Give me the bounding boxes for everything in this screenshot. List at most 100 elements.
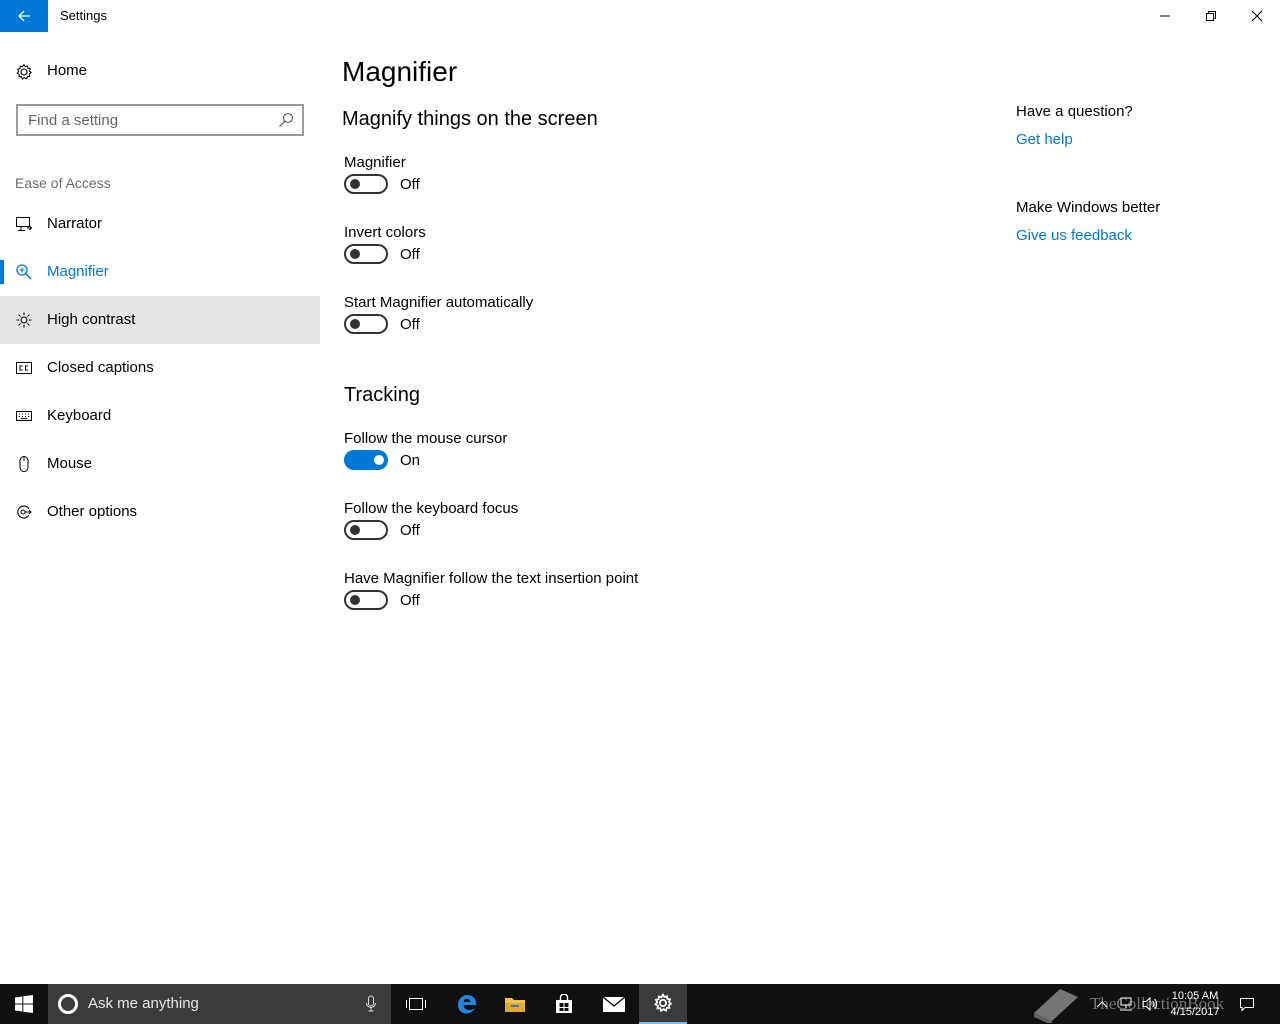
- sidebar-item-label: Keyboard: [47, 407, 112, 424]
- edge-icon: [458, 995, 476, 1014]
- clock-time: 10:05 AM: [1171, 990, 1219, 1002]
- follow-keyboard-toggle[interactable]: [344, 520, 388, 540]
- minimize-button[interactable]: [1142, 0, 1188, 32]
- setting-label: Start Magnifier automatically: [344, 294, 534, 311]
- edge-button[interactable]: [443, 984, 491, 1024]
- magnifier-toggle[interactable]: [344, 174, 388, 194]
- minimize-icon: [1160, 15, 1170, 17]
- follow-mouse-toggle[interactable]: [344, 450, 388, 470]
- window-title: Settings: [60, 8, 107, 23]
- network-button[interactable]: [1116, 984, 1136, 1024]
- feedback-heading: Make Windows better: [1016, 199, 1161, 216]
- microphone-icon[interactable]: [365, 995, 377, 1013]
- group-title-magnify: Magnify things on the screen: [342, 108, 598, 130]
- search-input[interactable]: [18, 106, 268, 134]
- chevron-up-icon: [1096, 1001, 1108, 1008]
- close-button[interactable]: [1234, 0, 1280, 32]
- home-label: Home: [47, 62, 88, 79]
- toggle-knob: [350, 179, 360, 189]
- get-help-link[interactable]: Get help: [1016, 131, 1073, 148]
- sidebar-nav: Narrator Magnifier High contrast Closed …: [0, 200, 320, 536]
- settings-taskbar-button[interactable]: [639, 984, 687, 1024]
- settings-search[interactable]: [16, 104, 304, 136]
- setting-invert-colors: Invert colors Off: [344, 224, 764, 284]
- sidebar: Home Ease of Access Narrator Magnifier: [0, 32, 320, 984]
- close-icon: [1251, 10, 1263, 22]
- toggle-state: Off: [400, 176, 420, 193]
- network-icon: [1120, 997, 1132, 1011]
- invert-colors-toggle[interactable]: [344, 244, 388, 264]
- page-title: Magnifier: [342, 56, 458, 87]
- file-explorer-button[interactable]: [491, 984, 539, 1024]
- toggle-state: Off: [400, 316, 420, 333]
- sidebar-item-label: Other options: [47, 503, 138, 520]
- action-center-button[interactable]: [1236, 984, 1258, 1024]
- back-arrow-icon: [18, 10, 30, 22]
- sidebar-item-narrator[interactable]: Narrator: [0, 200, 320, 248]
- store-button[interactable]: [540, 984, 588, 1024]
- gear-icon: [654, 993, 673, 1013]
- back-button[interactable]: [0, 0, 48, 32]
- search-icon[interactable]: [278, 112, 294, 128]
- cortana-icon: [58, 994, 78, 1014]
- follow-text-insertion-toggle[interactable]: [344, 590, 388, 610]
- book-icon: [1034, 989, 1078, 1023]
- sidebar-item-magnifier[interactable]: Magnifier: [0, 248, 320, 296]
- volume-icon: [1142, 996, 1158, 1012]
- toggle-knob: [350, 595, 360, 605]
- sidebar-item-high-contrast[interactable]: High contrast: [0, 296, 320, 344]
- give-feedback-link[interactable]: Give us feedback: [1016, 227, 1132, 244]
- toggle-state: Off: [400, 592, 420, 609]
- sidebar-item-closed-captions[interactable]: Closed captions: [0, 344, 320, 392]
- mouse-icon: [19, 456, 29, 472]
- start-button[interactable]: [0, 984, 48, 1024]
- sidebar-item-keyboard[interactable]: Keyboard: [0, 392, 320, 440]
- setting-label: Invert colors: [344, 224, 426, 241]
- toggle-knob: [350, 319, 360, 329]
- keyboard-icon: [16, 411, 32, 421]
- store-icon: [556, 994, 572, 1013]
- sidebar-item-label: Magnifier: [47, 263, 109, 280]
- sidebar-item-mouse[interactable]: Mouse: [0, 440, 320, 488]
- clock-date: 4/15/2017: [1170, 1006, 1220, 1018]
- sidebar-item-label: High contrast: [47, 311, 136, 328]
- task-view-button[interactable]: [392, 984, 440, 1024]
- cortana-search-box[interactable]: Ask me anything: [48, 984, 391, 1024]
- sidebar-item-other-options[interactable]: Other options: [0, 488, 320, 536]
- toggle-knob: [350, 525, 360, 535]
- closed-captions-icon: [16, 362, 32, 374]
- setting-label: Follow the mouse cursor: [344, 430, 508, 447]
- toggle-knob: [374, 455, 384, 465]
- mail-button[interactable]: [590, 984, 638, 1024]
- other-options-icon: [17, 505, 32, 519]
- toggle-knob: [350, 249, 360, 259]
- setting-start-automatically: Start Magnifier automatically Off: [344, 294, 764, 354]
- main-content: Magnifier Magnify things on the screen M…: [320, 32, 1280, 984]
- restore-button[interactable]: [1188, 0, 1234, 32]
- group-title-tracking: Tracking: [344, 384, 420, 406]
- windows-logo-icon: [15, 995, 33, 1013]
- clock[interactable]: 10:05 AM 4/15/2017: [1160, 988, 1230, 1020]
- home-button[interactable]: Home: [0, 54, 320, 90]
- setting-label: Magnifier: [344, 154, 406, 171]
- setting-magnifier: Magnifier Off: [344, 154, 764, 214]
- notification-icon: [1240, 998, 1254, 1012]
- narrator-icon: [16, 217, 33, 231]
- sidebar-item-label: Mouse: [47, 455, 93, 472]
- title-bar: Settings: [0, 0, 1280, 32]
- start-automatically-toggle[interactable]: [344, 314, 388, 334]
- folder-icon: [505, 998, 525, 1012]
- show-hidden-icons-button[interactable]: [1092, 984, 1112, 1024]
- cortana-placeholder: Ask me anything: [88, 995, 199, 1012]
- restore-icon: [1206, 11, 1216, 21]
- volume-button[interactable]: [1140, 984, 1160, 1024]
- setting-label: Follow the keyboard focus: [344, 500, 519, 517]
- gear-icon: [16, 63, 33, 80]
- task-view-icon: [406, 998, 426, 1010]
- toggle-state: On: [400, 452, 421, 469]
- setting-follow-mouse: Follow the mouse cursor On: [344, 430, 764, 490]
- toggle-state: Off: [400, 246, 420, 263]
- setting-follow-text-insertion: Have Magnifier follow the text insertion…: [344, 570, 764, 630]
- sidebar-item-label: Narrator: [47, 215, 103, 232]
- setting-label: Have Magnifier follow the text insertion…: [344, 570, 639, 587]
